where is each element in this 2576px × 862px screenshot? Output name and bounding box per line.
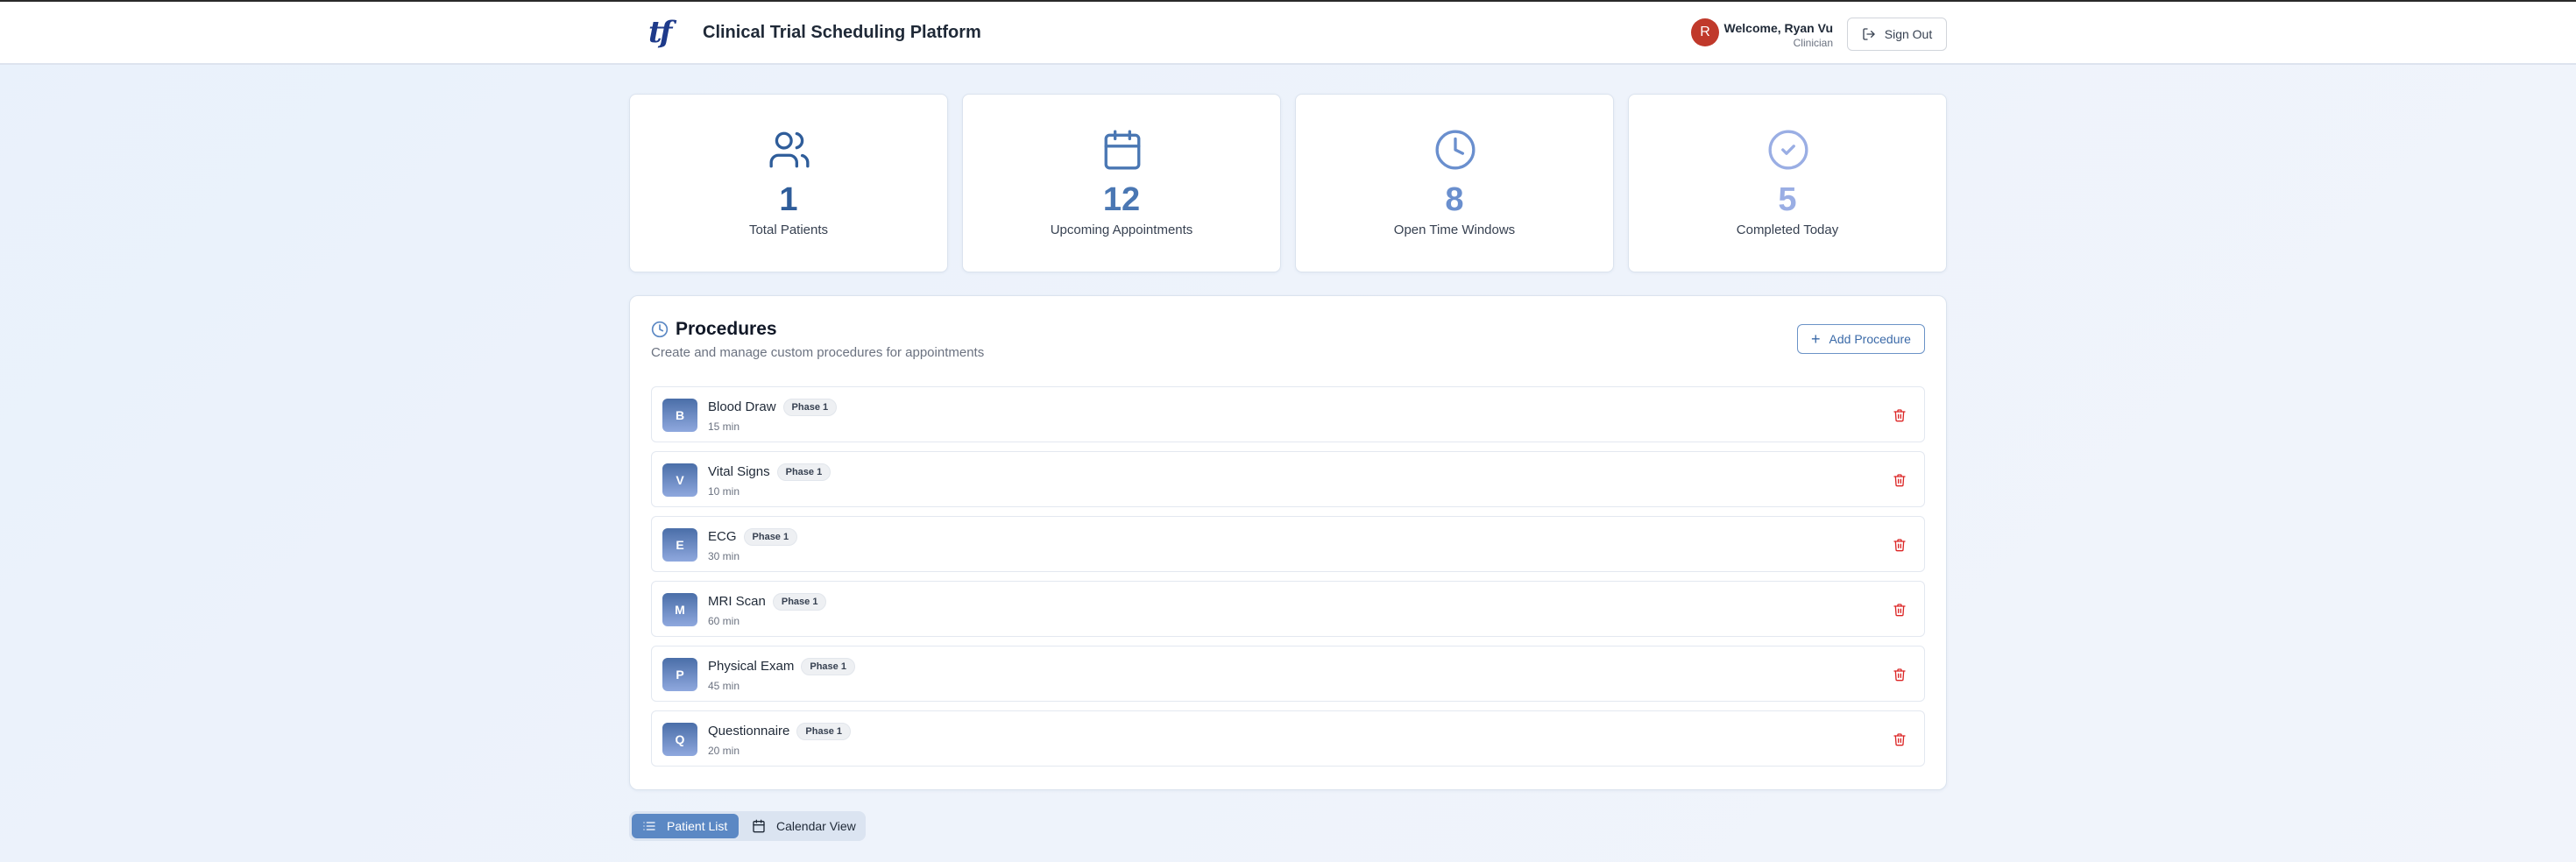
procedures-subtitle: Create and manage custom procedures for … <box>651 345 985 360</box>
phase-badge: Phase 1 <box>743 528 798 546</box>
trash-icon[interactable] <box>1893 731 1907 747</box>
procedure-initial: M <box>662 593 697 626</box>
app-header: tf Clinical Trial Scheduling Platform R … <box>0 2 2576 65</box>
app-title: Clinical Trial Scheduling Platform <box>703 23 981 42</box>
stat-card-open-time-windows: 8 Open Time Windows <box>1295 94 1614 272</box>
procedure-item-questionnaire[interactable]: Q Questionnaire Phase 1 20 min <box>651 710 1925 767</box>
phase-badge: Phase 1 <box>801 658 855 675</box>
procedure-initial: Q <box>662 723 697 756</box>
stat-value: 1 <box>779 181 798 218</box>
trash-icon[interactable] <box>1893 472 1907 488</box>
trash-icon[interactable] <box>1893 407 1907 423</box>
phase-badge: Phase 1 <box>796 723 851 740</box>
stat-card-completed-today: 5 Completed Today <box>1628 94 1947 272</box>
procedure-duration: 20 min <box>708 745 740 757</box>
patient-list-label: Patient List <box>667 819 728 833</box>
trash-icon[interactable] <box>1893 602 1907 618</box>
procedure-item-vital-signs[interactable]: V Vital Signs Phase 1 10 min <box>651 451 1925 507</box>
stat-label: Total Patients <box>748 223 829 237</box>
procedure-duration: 30 min <box>708 550 740 562</box>
procedure-name: Blood Draw <box>708 399 776 414</box>
procedure-initial: V <box>662 463 697 497</box>
procedure-name: Physical Exam <box>708 659 795 674</box>
patient-list-tab[interactable]: Patient List <box>632 814 739 838</box>
avatar[interactable]: R <box>1691 18 1719 46</box>
stat-value: 8 <box>1445 181 1464 218</box>
stat-value: 5 <box>1778 181 1797 218</box>
procedure-item-mri-scan[interactable]: M MRI Scan Phase 1 60 min <box>651 581 1925 637</box>
add-procedure-label: Add Procedure <box>1829 332 1911 346</box>
phase-badge: Phase 1 <box>772 593 827 611</box>
calendar-icon <box>753 819 765 833</box>
phase-badge: Phase 1 <box>782 399 838 416</box>
procedure-item-blood-draw[interactable]: B Blood Draw Phase 1 15 min <box>651 386 1925 442</box>
list-icon <box>643 822 655 830</box>
procedure-name: ECG <box>708 529 737 544</box>
stat-label: Upcoming Appointments <box>1050 223 1193 237</box>
procedure-name: Vital Signs <box>708 464 770 479</box>
view-toggle: Patient List Calendar View <box>629 811 866 841</box>
calendar-icon <box>1104 130 1141 170</box>
app-logo[interactable]: tf <box>648 16 675 49</box>
procedure-name: MRI Scan <box>708 594 766 609</box>
procedure-initial: P <box>662 658 697 691</box>
procedure-name: Questionnaire <box>708 724 790 738</box>
welcome-text: Welcome, Ryan Vu <box>1723 21 1833 35</box>
check-circle-icon <box>1768 130 1808 170</box>
stat-label: Completed Today <box>1736 223 1839 237</box>
procedure-item-ecg[interactable]: E ECG Phase 1 30 min <box>651 516 1925 572</box>
add-procedure-button[interactable]: + Add Procedure <box>1797 324 1925 354</box>
stat-card-total-patients: 1 Total Patients <box>629 94 948 272</box>
procedure-duration: 10 min <box>708 485 740 498</box>
procedure-duration: 60 min <box>708 615 740 627</box>
procedures-title: Procedures <box>676 319 777 339</box>
sign-out-button[interactable]: Sign Out <box>1847 18 1947 51</box>
calendar-view-tab[interactable]: Calendar View <box>741 814 862 838</box>
procedure-duration: 45 min <box>708 680 740 692</box>
trash-icon[interactable] <box>1893 667 1907 682</box>
sign-out-icon <box>1863 28 1875 40</box>
user-role: Clinician <box>1793 37 1833 49</box>
sign-out-label: Sign Out <box>1884 27 1933 41</box>
clock-icon <box>1435 130 1476 170</box>
procedure-initial: B <box>662 399 697 432</box>
phase-badge: Phase 1 <box>776 463 832 481</box>
clock-icon <box>651 321 669 338</box>
users-icon <box>769 131 810 168</box>
calendar-view-label: Calendar View <box>776 819 856 833</box>
trash-icon[interactable] <box>1893 537 1907 553</box>
stat-label: Open Time Windows <box>1393 223 1516 237</box>
procedures-panel: Procedures Create and manage custom proc… <box>629 295 1947 790</box>
plus-icon: + <box>1811 330 1821 348</box>
procedure-initial: E <box>662 528 697 562</box>
stat-card-upcoming-appointments: 12 Upcoming Appointments <box>962 94 1281 272</box>
stat-value: 12 <box>1102 181 1141 218</box>
procedure-item-physical-exam[interactable]: P Physical Exam Phase 1 45 min <box>651 646 1925 702</box>
procedure-duration: 15 min <box>708 420 740 433</box>
